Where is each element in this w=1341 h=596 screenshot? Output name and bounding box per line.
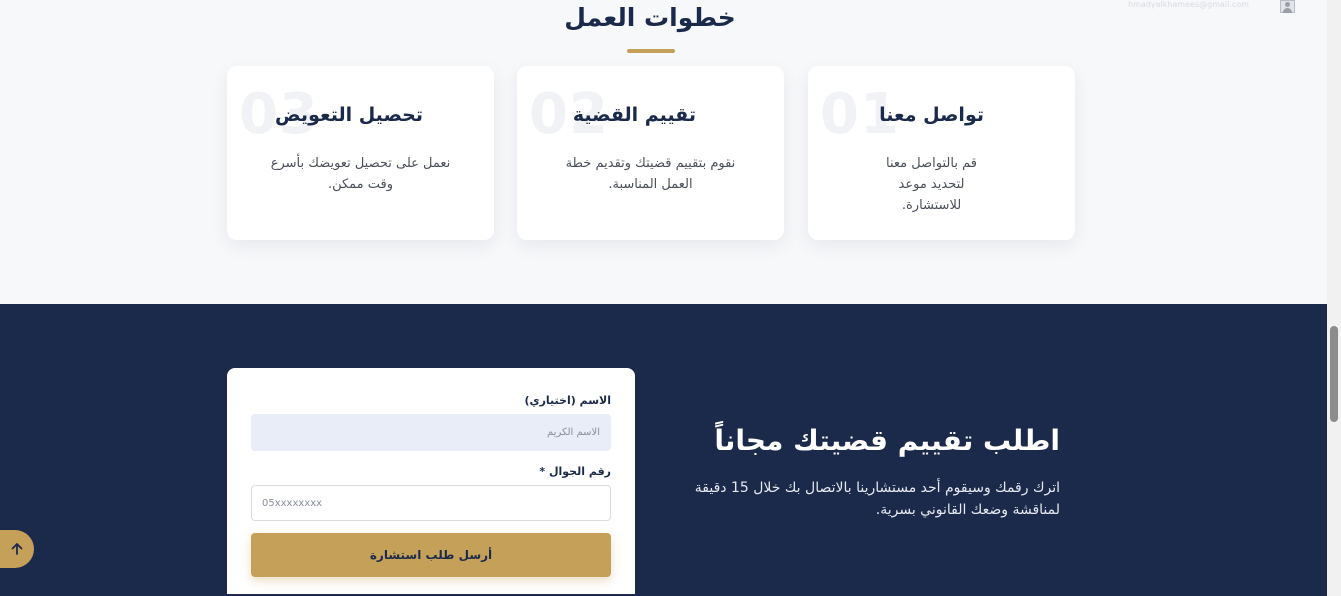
step-card-2: 02 تقييم القضية نقوم بتقييم قضيتك وتقديم… <box>517 66 784 240</box>
step-heading: تقييم القضية <box>572 104 696 126</box>
step-card-1: 01 تواصل معنا قم بالتواصل معنا لتحديد مو… <box>808 66 1075 240</box>
step-description: نقوم بتقييم قضيتك وتقديم خطة العمل المنا… <box>565 156 736 192</box>
step-card-3: 03 تحصيل التعويض نعمل على تحصيل تعويضك ب… <box>227 66 494 240</box>
consult-section: اطلب تقييم قضيتك مجاناً اترك رقمك وسيقوم… <box>0 304 1327 596</box>
steps-title: خطوات العمل <box>564 3 736 32</box>
user-email: hmadyalkhamees@gmail.com <box>1128 0 1249 9</box>
arrow-up-icon <box>11 543 23 555</box>
step-description: نعمل على تحصيل تعويضك بأسرع وقت ممكن. <box>270 156 451 192</box>
consult-title: اطلب تقييم قضيتك مجاناً <box>714 424 1060 457</box>
consult-form: الاسم (اختياري) رقم الجوال * أرسل طلب اس… <box>227 368 635 594</box>
step-heading: تواصل معنا <box>879 104 984 126</box>
page-scrollbar[interactable] <box>1327 0 1341 596</box>
steps-section: خطوات العمل 01 تواصل معنا قم بالتواصل مع… <box>0 0 1327 304</box>
step-description: قم بالتواصل معنا لتحديد موعد للاستشارة. <box>886 156 977 213</box>
phone-label: رقم الجوال * <box>539 465 611 478</box>
user-icon[interactable] <box>1280 0 1295 13</box>
step-heading: تحصيل التعويض <box>275 104 423 126</box>
consult-description: اترك رقمك وسيقوم أحد مستشارينا بالاتصال … <box>694 480 1060 518</box>
phone-input[interactable] <box>251 485 611 521</box>
submit-consultation-button[interactable]: أرسل طلب استشارة <box>251 533 611 577</box>
scrollbar-thumb[interactable] <box>1330 326 1338 422</box>
name-input[interactable] <box>251 414 611 451</box>
title-underline <box>627 49 675 53</box>
name-label: الاسم (اختياري) <box>524 394 611 407</box>
